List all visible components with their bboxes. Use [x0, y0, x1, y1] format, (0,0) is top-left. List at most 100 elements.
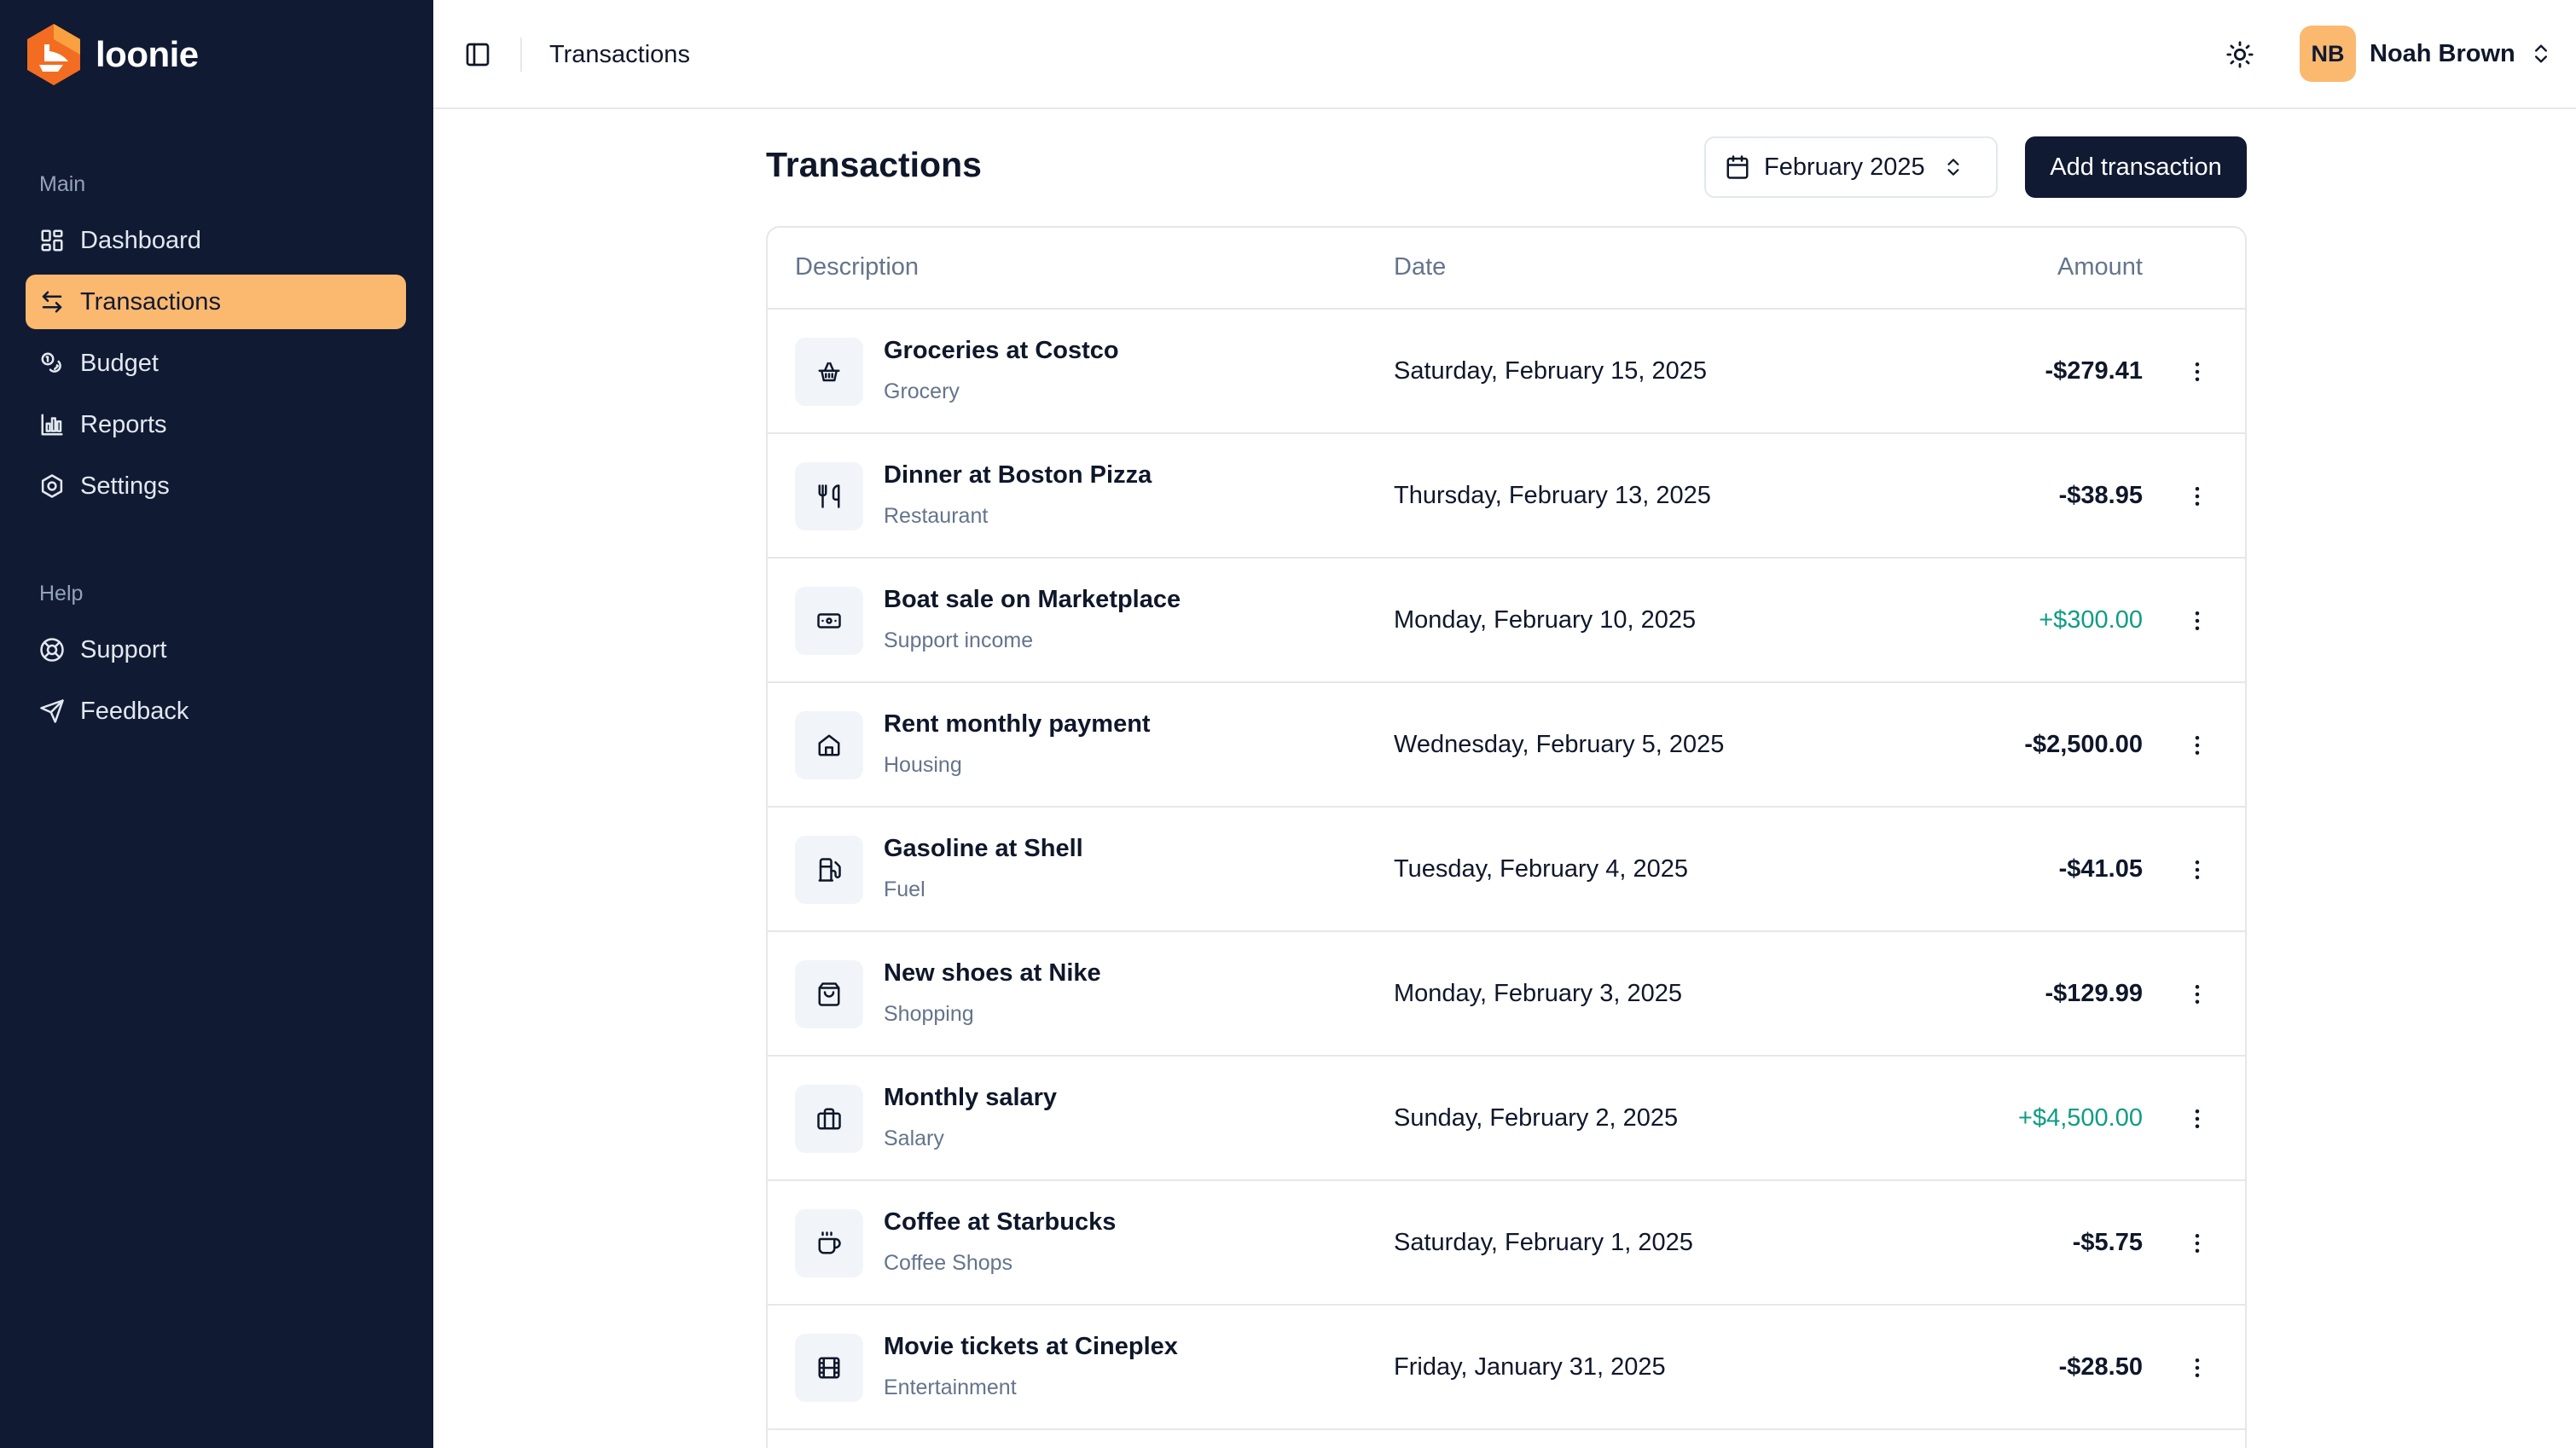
transaction-date: Sunday, February 2, 2025 [1394, 1104, 1679, 1132]
fuel-icon [818, 858, 841, 882]
sidebar-item-label: Support [80, 635, 167, 663]
more-vertical-icon [2195, 611, 2200, 630]
sidebar-item-label: Dashboard [80, 226, 201, 254]
brand[interactable]: loonie [24, 22, 199, 87]
arrows-exchange-icon [42, 291, 62, 313]
page-title: Transactions [766, 145, 982, 184]
transaction-title: Dinner at Boston Pizza [884, 461, 1152, 489]
transaction-date: Saturday, February 15, 2025 [1394, 357, 1708, 385]
transaction-title: Gasoline at Shell [884, 835, 1083, 862]
sidebar-toggle-button[interactable] [461, 38, 495, 72]
transaction-date: Tuesday, February 4, 2025 [1394, 855, 1688, 883]
transaction-category: Coffee Shops [884, 1251, 1013, 1275]
transaction-date: Monday, February 10, 2025 [1394, 606, 1697, 634]
sidebar-item-budget[interactable]: Budget [26, 336, 406, 391]
category-icon-badge [795, 462, 863, 530]
send-icon [40, 699, 64, 723]
transaction-amount: -$279.41 [2045, 357, 2144, 385]
row-actions-button[interactable] [2180, 479, 2214, 513]
transaction-date: Wednesday, February 5, 2025 [1394, 731, 1725, 758]
table-row[interactable]: Boat sale on Marketplace Support income Mo… [768, 559, 2245, 683]
category-icon-badge [795, 960, 863, 1028]
transaction-amount: +$300.00 [2039, 606, 2143, 634]
transaction-category: Restaurant [884, 504, 989, 528]
more-vertical-icon [2195, 860, 2200, 879]
nav-section-help: Help [39, 582, 84, 605]
breadcrumb-title: Transactions [549, 41, 690, 68]
more-vertical-icon [2195, 487, 2200, 506]
transaction-amount: -$41.05 [2058, 855, 2143, 883]
transaction-category: Grocery [884, 379, 960, 403]
transaction-amount: -$5.75 [2072, 1229, 2143, 1256]
transaction-amount: -$129.99 [2045, 980, 2144, 1007]
row-actions-button[interactable] [2180, 604, 2214, 638]
sun-icon [2226, 41, 2254, 68]
sidebar-item-label: Feedback [80, 697, 189, 725]
transaction-amount: +$4,500.00 [2018, 1104, 2143, 1132]
category-icon-badge [795, 1334, 863, 1402]
coffee-icon [818, 1231, 841, 1254]
row-actions-button[interactable] [2180, 1102, 2214, 1136]
sidebar: loonie Main Dashboard Transactions Budge… [0, 0, 433, 1448]
table-row[interactable]: Movie tickets at Cineplex Entertainment Fr… [768, 1306, 2245, 1430]
table-row[interactable]: Dinner at Boston Pizza Restaurant Thursday… [768, 434, 2245, 559]
user-menu[interactable]: NB Noah Brown [2300, 26, 2553, 82]
sidebar-item-settings[interactable]: Settings [26, 459, 406, 513]
category-icon-badge [795, 1085, 863, 1153]
transaction-category: Shopping [884, 1002, 974, 1026]
row-actions-button[interactable] [2180, 1226, 2214, 1260]
transaction-title: Monthly salary [884, 1084, 1058, 1111]
sidebar-item-reports[interactable]: Reports [26, 397, 406, 452]
table-row[interactable]: Coffee at Starbucks Coffee Shops Saturday,… [768, 1181, 2245, 1306]
table-row[interactable]: New shoes at Nike Shopping Monday, Februar… [768, 932, 2245, 1057]
row-actions-button[interactable] [2180, 728, 2214, 762]
transaction-amount: -$2,500.00 [2024, 731, 2143, 758]
table-row[interactable]: Groceries at Costco Grocery Saturday, Febr… [768, 310, 2245, 434]
loonie-logo-icon [27, 24, 80, 85]
transaction-title: Boat sale on Marketplace [884, 586, 1181, 613]
basket-icon [818, 362, 840, 382]
coins-icon [41, 352, 61, 373]
row-actions-button[interactable] [2180, 977, 2214, 1011]
gear-icon [41, 474, 63, 498]
transaction-category: Support income [884, 628, 1034, 652]
sidebar-item-support[interactable]: Support [26, 623, 406, 677]
table-row[interactable]: Gasoline at Shell Fuel Tuesday, February 4… [768, 808, 2245, 932]
month-picker-value: February 2025 [1764, 153, 1925, 181]
column-header-amount[interactable]: Amount [2057, 253, 2143, 281]
transactions-table: Description Date Amount Groceries at Cos… [766, 226, 2247, 1448]
sidebar-item-transactions[interactable]: Transactions [26, 275, 406, 329]
layout-grid-icon [41, 229, 63, 252]
column-header-description[interactable]: Description [795, 253, 919, 281]
row-actions-button[interactable] [2180, 355, 2214, 389]
banknote-icon [817, 613, 841, 628]
bar-chart-icon [41, 414, 63, 436]
table-row[interactable]: Monthly salary Salary Sunday, February 2, … [768, 1057, 2245, 1181]
transaction-date: Thursday, February 13, 2025 [1394, 482, 1711, 509]
row-actions-button[interactable] [2180, 853, 2214, 887]
transaction-category: Salary [884, 1127, 944, 1150]
month-picker[interactable]: February 2025 [1704, 136, 1998, 198]
row-actions-button[interactable] [2180, 1351, 2214, 1385]
user-name: Noah Brown [2370, 39, 2515, 67]
transaction-title: Groceries at Costco [884, 337, 1119, 364]
transaction-category: Housing [884, 753, 962, 777]
column-header-date[interactable]: Date [1394, 253, 1446, 281]
sidebar-item-dashboard[interactable]: Dashboard [26, 213, 406, 268]
category-icon-badge [795, 1209, 863, 1277]
more-vertical-icon [2195, 1234, 2200, 1253]
table-row[interactable]: Rent monthly payment Housing Wednesday, Fe… [768, 683, 2245, 808]
sidebar-item-feedback[interactable]: Feedback [26, 684, 406, 738]
sidebar-item-label: Transactions [80, 287, 221, 316]
theme-toggle-button[interactable] [2223, 38, 2257, 72]
table-header: Description Date Amount [768, 228, 2245, 310]
category-icon-badge [795, 587, 863, 655]
header-divider [520, 38, 522, 72]
calendar-icon [1726, 155, 1749, 179]
lifebuoy-icon [40, 638, 64, 662]
sidebar-toggle-icon [466, 43, 490, 67]
briefcase-icon [817, 1108, 841, 1130]
add-transaction-button[interactable]: Add transaction [2025, 136, 2247, 198]
film-icon [818, 1357, 840, 1379]
more-vertical-icon [2195, 985, 2200, 1004]
